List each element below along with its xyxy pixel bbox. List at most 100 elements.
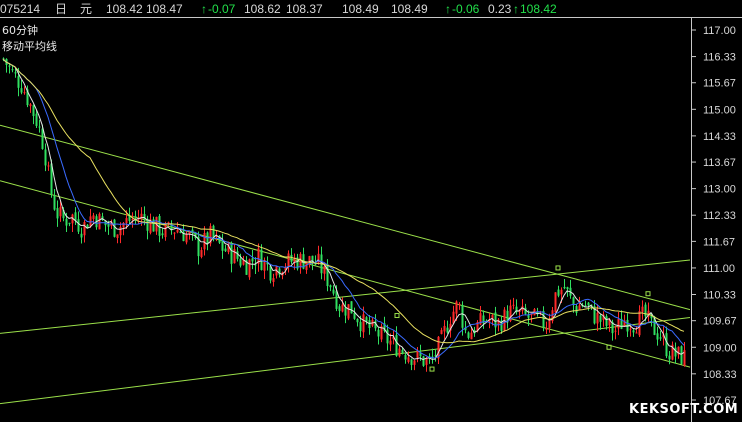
candle-body [305, 262, 308, 270]
candle-body [638, 311, 641, 336]
candle-body [164, 224, 167, 238]
percent-value: 0.23 [488, 2, 512, 16]
y-tick-label: 109.67 [703, 316, 737, 328]
candle-body [113, 219, 116, 237]
candle-body [80, 233, 83, 238]
watermark: KEKSOFT.COM [629, 402, 738, 417]
open-value: 108.42 [106, 2, 143, 16]
candle-body [350, 301, 353, 314]
candle-body [554, 292, 557, 313]
candle-body [98, 213, 101, 230]
candle-body [560, 289, 563, 295]
candle-body [203, 232, 206, 250]
candle-body [599, 315, 602, 322]
candle-body [14, 72, 17, 74]
candle-body [446, 327, 449, 333]
candle-body [332, 289, 335, 294]
candle-body [20, 88, 23, 93]
y-tick-label: 113.67 [703, 157, 736, 169]
candle-body [584, 305, 587, 307]
candle-body [407, 357, 410, 362]
value-2: 108.37 [286, 2, 323, 16]
candle-body [146, 219, 149, 231]
candle-body [413, 360, 416, 365]
y-tick-label: 117.00 [703, 25, 736, 37]
high-value: 108.47 [146, 2, 183, 16]
candle-body [59, 207, 62, 217]
value-1: 108.62 [244, 2, 281, 16]
candle-body [389, 340, 392, 345]
price-chart[interactable]: 075214 日 元 108.42 108.47 ↑ -0.07 108.62 … [0, 0, 742, 422]
candle-body [8, 65, 11, 67]
candle-body [38, 126, 41, 128]
candle-body [401, 350, 404, 353]
candle-body [272, 278, 275, 282]
change2-value: -0.06 [452, 2, 480, 16]
candle-body [134, 216, 137, 218]
candle-body [68, 222, 71, 224]
candle-body [248, 259, 251, 278]
candle-body [470, 332, 473, 340]
candle-body [398, 348, 401, 357]
candle-body [404, 354, 407, 360]
y-tick-label: 114.33 [703, 131, 736, 143]
candle-body [344, 307, 347, 316]
candle-body [368, 320, 371, 328]
candle-body [596, 312, 599, 324]
candle-body [545, 328, 548, 330]
candle-body [410, 359, 413, 365]
candle-body [329, 285, 332, 288]
candle-body [119, 226, 122, 236]
candle-body [455, 301, 458, 314]
y-tick-label: 110.33 [703, 290, 736, 302]
change-value: -0.07 [208, 2, 236, 16]
candle-body [53, 195, 56, 210]
candle-body [668, 355, 671, 360]
candle-body [77, 219, 80, 232]
candle-body [566, 287, 569, 290]
candle-body [200, 250, 203, 257]
candle-body [185, 234, 188, 243]
change2-arrow-icon: ↑ [445, 2, 451, 16]
candle-body [665, 333, 668, 357]
candle-body [347, 304, 350, 319]
y-tick-label: 115.67 [703, 78, 736, 90]
candle-body [290, 254, 293, 262]
candle-body [32, 105, 35, 117]
candle-body [83, 222, 86, 236]
candle-body [680, 346, 683, 364]
unit-label: 元 [80, 2, 92, 16]
candle-body [440, 330, 443, 334]
y-tick-label: 109.00 [703, 342, 737, 354]
candle-body [617, 318, 620, 329]
y-tick-label: 111.00 [703, 263, 735, 275]
y-tick-label: 112.33 [703, 210, 736, 222]
candle-body [503, 309, 506, 331]
candle-body [158, 216, 161, 236]
candle-body [116, 234, 119, 239]
quote-header: 075214 日 元 108.42 108.47 ↑ -0.07 108.62 … [0, 2, 557, 16]
candle-body [287, 253, 290, 267]
candle-body [632, 330, 635, 333]
candle-body [176, 229, 179, 233]
candle-body [548, 319, 551, 329]
candle-body [173, 232, 176, 234]
candle-body [656, 333, 659, 340]
period-label: 日 [55, 2, 67, 16]
candle-body [575, 306, 578, 313]
instrument-code: 075214 [0, 2, 40, 16]
candle-body [230, 244, 233, 264]
candle-body [239, 258, 242, 266]
candle-body [356, 319, 359, 323]
candle-body [635, 332, 638, 334]
candle-body [323, 265, 326, 274]
last-arrow-icon: ↑ [513, 2, 519, 16]
candle-body [341, 304, 344, 312]
candle-body [23, 92, 26, 94]
y-tick-label: 108.33 [703, 369, 737, 381]
candle-body [659, 337, 662, 339]
candle-body [362, 314, 365, 333]
candle-body [614, 330, 617, 332]
candle-body [224, 248, 227, 252]
y-tick-label: 116.33 [703, 52, 736, 64]
